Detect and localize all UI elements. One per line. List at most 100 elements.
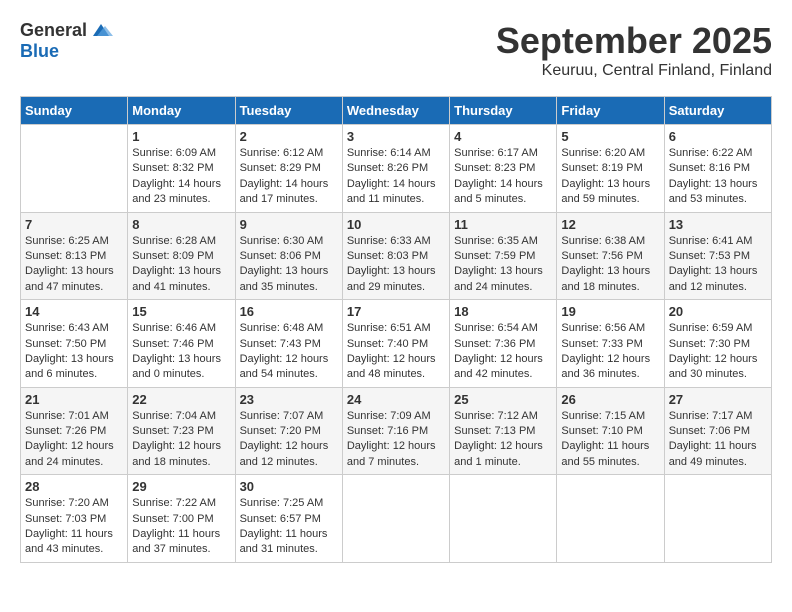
day-number: 21 <box>25 392 123 407</box>
table-row <box>557 475 664 563</box>
day-info: Sunrise: 7:20 AMSunset: 7:03 PMDaylight:… <box>25 496 123 558</box>
day-number: 24 <box>347 392 445 407</box>
table-row: 1 Sunrise: 6:09 AMSunset: 8:32 PMDaylight… <box>128 125 235 213</box>
table-row: 14 Sunrise: 6:43 AMSunset: 7:50 PMDayligh… <box>21 300 128 388</box>
table-row: 15Sunrise: 6:46 AMSunset: 7:46 PMDayligh… <box>128 300 235 388</box>
day-number: 29 <box>132 479 230 494</box>
day-info: Sunrise: 7:22 AMSunset: 7:00 PMDaylight:… <box>132 496 230 558</box>
day-number: 1 <box>132 129 230 144</box>
table-row: 13 Sunrise: 6:41 AMSunset: 7:53 PMDayligh… <box>664 212 771 300</box>
table-row: 27 Sunrise: 7:17 AMSunset: 7:06 PMDayligh… <box>664 387 771 475</box>
day-info: Sunrise: 6:30 AMSunset: 8:06 PMDaylight:… <box>240 234 338 296</box>
day-number: 20 <box>669 304 767 319</box>
calendar-week-row: 7 Sunrise: 6:25 AMSunset: 8:13 PMDaylight… <box>21 212 772 300</box>
day-info: Sunrise: 6:38 AMSunset: 7:56 PMDaylight:… <box>561 234 659 296</box>
table-row: 28 Sunrise: 7:20 AMSunset: 7:03 PMDayligh… <box>21 475 128 563</box>
day-info: Sunrise: 6:56 AMSunset: 7:33 PMDaylight:… <box>561 321 659 383</box>
table-row: 2Sunrise: 6:12 AMSunset: 8:29 PMDaylight… <box>235 125 342 213</box>
header-tuesday: Tuesday <box>235 97 342 125</box>
table-row: 30 Sunrise: 7:25 AMSunset: 6:57 PMDayligh… <box>235 475 342 563</box>
day-info: Sunrise: 6:41 AMSunset: 7:53 PMDaylight:… <box>669 234 767 296</box>
day-number: 10 <box>347 217 445 232</box>
day-info: Sunrise: 6:59 AMSunset: 7:30 PMDaylight:… <box>669 321 767 383</box>
table-row <box>342 475 449 563</box>
table-row: 11 Sunrise: 6:35 AMSunset: 7:59 PMDayligh… <box>450 212 557 300</box>
logo-general: General <box>20 20 87 41</box>
day-number: 17 <box>347 304 445 319</box>
day-info: Sunrise: 7:09 AMSunset: 7:16 PMDaylight:… <box>347 409 445 471</box>
day-info: Sunrise: 6:12 AMSunset: 8:29 PMDaylight:… <box>240 146 338 208</box>
day-info: Sunrise: 6:33 AMSunset: 8:03 PMDaylight:… <box>347 234 445 296</box>
day-number: 12 <box>561 217 659 232</box>
header-thursday: Thursday <box>450 97 557 125</box>
day-info: Sunrise: 6:20 AMSunset: 8:19 PMDaylight:… <box>561 146 659 208</box>
table-row: 12 Sunrise: 6:38 AMSunset: 7:56 PMDayligh… <box>557 212 664 300</box>
header-wednesday: Wednesday <box>342 97 449 125</box>
table-row: 17 Sunrise: 6:51 AMSunset: 7:40 PMDayligh… <box>342 300 449 388</box>
table-row: 21Sunrise: 7:01 AMSunset: 7:26 PMDayligh… <box>21 387 128 475</box>
calendar: Sunday Monday Tuesday Wednesday Thursday… <box>20 96 772 563</box>
day-number: 7 <box>25 217 123 232</box>
day-number: 5 <box>561 129 659 144</box>
table-row: 29 Sunrise: 7:22 AMSunset: 7:00 PMDayligh… <box>128 475 235 563</box>
table-row: 18 Sunrise: 6:54 AMSunset: 7:36 PMDayligh… <box>450 300 557 388</box>
day-number: 8 <box>132 217 230 232</box>
table-row: 16 Sunrise: 6:48 AMSunset: 7:43 PMDayligh… <box>235 300 342 388</box>
day-info: Sunrise: 7:15 AMSunset: 7:10 PMDaylight:… <box>561 409 659 471</box>
day-number: 4 <box>454 129 552 144</box>
day-info: Sunrise: 7:04 AMSunset: 7:23 PMDaylight:… <box>132 409 230 471</box>
table-row <box>664 475 771 563</box>
calendar-week-row: 14 Sunrise: 6:43 AMSunset: 7:50 PMDayligh… <box>21 300 772 388</box>
title-section: September 2025 Keuruu, Central Finland, … <box>496 20 772 80</box>
day-info: Sunrise: 6:48 AMSunset: 7:43 PMDaylight:… <box>240 321 338 383</box>
day-number: 26 <box>561 392 659 407</box>
header-monday: Monday <box>128 97 235 125</box>
logo: General Blue <box>20 20 113 62</box>
day-info: Sunrise: 6:43 AMSunset: 7:50 PMDaylight:… <box>25 321 123 383</box>
month-title: September 2025 <box>496 20 772 62</box>
day-number: 13 <box>669 217 767 232</box>
day-number: 11 <box>454 217 552 232</box>
day-info: Sunrise: 6:09 AMSunset: 8:32 PMDaylight:… <box>132 146 230 208</box>
day-info: Sunrise: 6:25 AMSunset: 8:13 PMDaylight:… <box>25 234 123 296</box>
day-number: 6 <box>669 129 767 144</box>
day-info: Sunrise: 7:17 AMSunset: 7:06 PMDaylight:… <box>669 409 767 471</box>
calendar-week-row: 21Sunrise: 7:01 AMSunset: 7:26 PMDayligh… <box>21 387 772 475</box>
table-row: 5 Sunrise: 6:20 AMSunset: 8:19 PMDaylight… <box>557 125 664 213</box>
day-number: 22 <box>132 392 230 407</box>
table-row: 8Sunrise: 6:28 AMSunset: 8:09 PMDaylight… <box>128 212 235 300</box>
table-row: 10 Sunrise: 6:33 AMSunset: 8:03 PMDayligh… <box>342 212 449 300</box>
table-row <box>450 475 557 563</box>
table-row: 23Sunrise: 7:07 AMSunset: 7:20 PMDayligh… <box>235 387 342 475</box>
day-number: 3 <box>347 129 445 144</box>
table-row: 7 Sunrise: 6:25 AMSunset: 8:13 PMDaylight… <box>21 212 128 300</box>
day-number: 25 <box>454 392 552 407</box>
day-number: 30 <box>240 479 338 494</box>
day-number: 9 <box>240 217 338 232</box>
day-number: 14 <box>25 304 123 319</box>
table-row <box>21 125 128 213</box>
table-row: 9 Sunrise: 6:30 AMSunset: 8:06 PMDaylight… <box>235 212 342 300</box>
logo-icon <box>89 22 113 40</box>
day-info: Sunrise: 7:25 AMSunset: 6:57 PMDaylight:… <box>240 496 338 558</box>
table-row: 25Sunrise: 7:12 AMSunset: 7:13 PMDayligh… <box>450 387 557 475</box>
calendar-week-row: 28 Sunrise: 7:20 AMSunset: 7:03 PMDayligh… <box>21 475 772 563</box>
day-number: 28 <box>25 479 123 494</box>
day-info: Sunrise: 6:35 AMSunset: 7:59 PMDaylight:… <box>454 234 552 296</box>
day-info: Sunrise: 6:17 AMSunset: 8:23 PMDaylight:… <box>454 146 552 208</box>
calendar-header-row: Sunday Monday Tuesday Wednesday Thursday… <box>21 97 772 125</box>
day-number: 18 <box>454 304 552 319</box>
day-info: Sunrise: 6:51 AMSunset: 7:40 PMDaylight:… <box>347 321 445 383</box>
day-number: 16 <box>240 304 338 319</box>
day-info: Sunrise: 6:22 AMSunset: 8:16 PMDaylight:… <box>669 146 767 208</box>
day-number: 19 <box>561 304 659 319</box>
day-info: Sunrise: 6:54 AMSunset: 7:36 PMDaylight:… <box>454 321 552 383</box>
header-friday: Friday <box>557 97 664 125</box>
day-number: 27 <box>669 392 767 407</box>
day-number: 23 <box>240 392 338 407</box>
page-header: General Blue September 2025 Keuruu, Cent… <box>20 20 772 80</box>
table-row: 20 Sunrise: 6:59 AMSunset: 7:30 PMDayligh… <box>664 300 771 388</box>
header-sunday: Sunday <box>21 97 128 125</box>
location: Keuruu, Central Finland, Finland <box>496 62 772 80</box>
table-row: 26 Sunrise: 7:15 AMSunset: 7:10 PMDayligh… <box>557 387 664 475</box>
